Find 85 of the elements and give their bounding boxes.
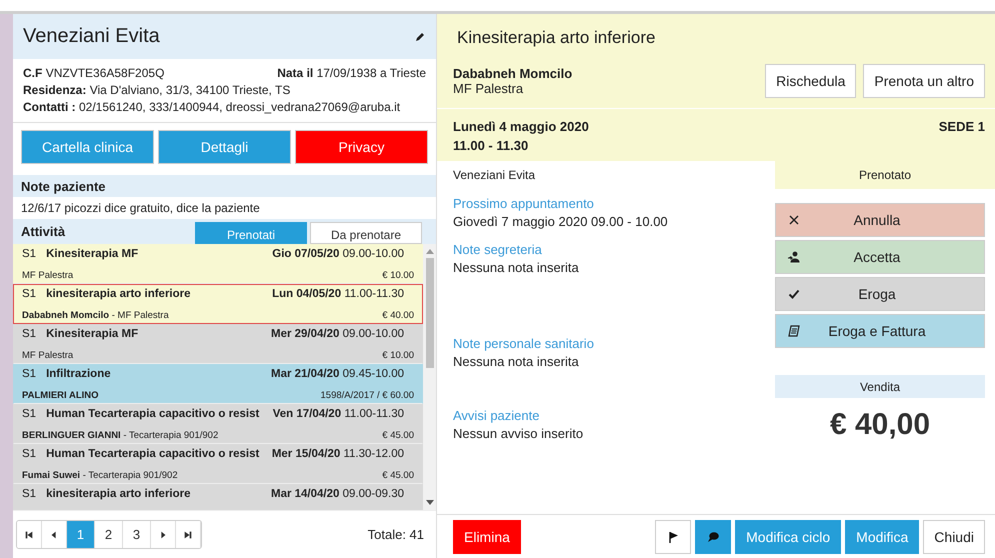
sale-heading: Vendita xyxy=(775,375,985,398)
appointment-date: Lunedì 4 maggio 2020 xyxy=(453,118,589,136)
patient-button[interactable]: Privacy xyxy=(295,130,428,164)
activity-detail: Fumai Suwei - Tecarterapia 901/902 xyxy=(22,470,178,481)
activity-title: S1 Human Tecarterapia capacitivo o resist xyxy=(22,408,260,420)
appointment-patient: Veneziani Evita xyxy=(453,167,536,184)
tab[interactable]: Da prenotare xyxy=(310,222,422,244)
pencil-icon[interactable] xyxy=(414,30,426,42)
close-icon xyxy=(788,214,800,226)
appointment-time: 11.00 - 11.30 xyxy=(453,137,530,155)
activity-price: € 10.00 xyxy=(382,270,414,281)
checkmark-icon xyxy=(788,288,800,300)
residence: Residenza: Via D'alviano, 31/3, 34100 Trieste, TS xyxy=(23,82,290,99)
activity-price: € 45.00 xyxy=(382,470,414,481)
info-text: Giovedì 7 maggio 2020 09.00 - 10.00 xyxy=(453,213,669,231)
info-label: Prossimo appuntamento xyxy=(453,195,595,213)
activity-title: S1 Human Tecarterapia capacitivo o resist xyxy=(22,448,260,460)
activity-row[interactable]: S1 Kinesiterapia MF Gio 07/05/20 09.00-10.00 MF Palestra € 10.00 xyxy=(13,244,423,284)
activity-row[interactable]: S1 kinesiterapia arto inferiore Mar 14/04/20 09.00-09.30 xyxy=(13,484,423,510)
birth-info: Nata il 17/09/1938 a Trieste xyxy=(277,65,426,82)
activity-title: S1 kinesiterapia arto inferiore xyxy=(22,288,191,300)
comment-button[interactable] xyxy=(695,520,732,554)
info-label: Note segreteria xyxy=(453,241,543,259)
info-text: Nessun avviso inserito xyxy=(453,425,584,443)
flag-button[interactable] xyxy=(655,520,692,554)
info-label: Note personale sanitario xyxy=(453,335,595,353)
activity-price: € 40.00 xyxy=(382,310,414,321)
info-text: Nessuna nota inserita xyxy=(453,259,580,277)
activity-row[interactable]: S1 Kinesiterapia MF Mer 29/04/20 09.00-10.00 MF Palestra € 10.00 xyxy=(13,324,423,364)
activity-row[interactable]: S1 Human Tecarterapia capacitivo o resist Ven 17/04/20 11.00-11.30 BERLINGUER GIANNI - Tecarterapia 901/902 € 45.00 xyxy=(13,404,423,444)
right-arrow-icon xyxy=(183,530,193,540)
activity-detail: Dababneh Momcilo - MF Palestra xyxy=(22,310,169,321)
activity-price: € 10.00 xyxy=(382,350,414,361)
site-label: SEDE 1 xyxy=(938,118,985,136)
activity-datetime: Mar 14/04/20 09.00-09.30 xyxy=(270,488,405,500)
activity-detail: BERLINGUER GIANNI - Tecarterapia 901/902 xyxy=(22,430,218,441)
down-arrow-icon[interactable] xyxy=(426,500,434,506)
header-button[interactable]: Prenota un altro xyxy=(863,64,985,98)
activity-datetime: Lun 04/05/20 11.00-11.30 xyxy=(272,288,405,300)
footer-button[interactable]: Chiudi xyxy=(923,520,985,554)
receipt-icon xyxy=(788,325,800,337)
operator-name: Dababneh Momcilo xyxy=(453,66,572,81)
activity-detail: PALMIERI ALINO xyxy=(22,390,99,401)
appointment-title: Kinesiterapia arto inferiore xyxy=(457,28,656,48)
status-label: Prenotato xyxy=(775,161,995,189)
activity-detail: MF Palestra xyxy=(22,350,74,361)
info-label: Avvisi paziente xyxy=(453,407,540,425)
activity-title: S1 Infiltrazione xyxy=(22,368,111,380)
action-button[interactable]: Eroga xyxy=(775,277,985,311)
appointment-place: MF Palestra xyxy=(453,81,524,96)
activity-title: S1 kinesiterapia arto inferiore xyxy=(22,488,191,500)
scrollbar[interactable] xyxy=(423,244,436,510)
activity-datetime: Mer 29/04/20 09.00-10.00 xyxy=(270,328,405,340)
activity-title: S1 Kinesiterapia MF xyxy=(22,328,138,340)
activity-datetime: Mer 15/04/20 11.30-12.00 xyxy=(272,448,405,460)
footer-button[interactable]: Elimina xyxy=(453,520,521,554)
tax-code: C.F VNZVTE36A58F205Q xyxy=(23,65,164,82)
activity-datetime: Gio 07/05/20 09.00-10.00 xyxy=(272,248,405,260)
person-icon xyxy=(788,251,800,263)
action-button[interactable]: Annulla xyxy=(775,203,985,237)
left-arrow-icon xyxy=(24,530,34,540)
action-button[interactable]: Eroga e Fattura xyxy=(775,314,985,348)
activity-row[interactable]: S1 Infiltrazione Mar 21/04/20 09.45-10.00 PALMIERI ALINO 1598/A/2017 / € 60.00 xyxy=(13,364,423,404)
patient-name: Veneziani Evita xyxy=(23,25,160,48)
activities-title: Attività xyxy=(21,224,66,239)
total-count: Totale: 41 xyxy=(368,527,424,542)
contacts: Contatti : 02/1561240, 333/1400944, dreossi_vedrana27069@aruba.it xyxy=(23,99,400,116)
activity-title: S1 Kinesiterapia MF xyxy=(22,248,138,260)
header-button[interactable]: Rischedula xyxy=(765,64,856,98)
scroll-thumb[interactable] xyxy=(426,258,434,368)
activity-datetime: Mar 21/04/20 09.45-10.00 xyxy=(270,368,405,380)
speech-bubble-icon xyxy=(707,530,720,542)
activity-row[interactable]: S1 Human Tecarterapia capacitivo o resist Mer 15/04/20 11.30-12.00 Fumai Suwei - Tecarterapia 901/902 € 45.00 xyxy=(13,444,423,484)
activity-row[interactable]: S1 kinesiterapia arto inferiore Lun 04/05/20 11.00-11.30 Dababneh Momcilo - MF Palestra € 40.00 xyxy=(13,284,423,324)
patient-note: 12/6/17 picozzi dice gratuito, dice la paziente xyxy=(20,200,261,217)
info-text: Nessuna nota inserita xyxy=(453,353,580,371)
first-page-button[interactable] xyxy=(17,521,42,548)
sale-amount: € 40,00 xyxy=(828,408,932,442)
activity-price: 1598/A/2017 / € 60.00 xyxy=(320,390,414,401)
activity-detail: MF Palestra xyxy=(22,270,74,281)
notes-heading: Note paziente xyxy=(13,175,436,197)
activity-price: € 45.00 xyxy=(382,430,414,441)
activity-datetime: Ven 17/04/20 11.00-11.30 xyxy=(272,408,405,420)
action-button[interactable]: Accetta xyxy=(775,240,985,274)
flag-icon xyxy=(667,530,680,542)
